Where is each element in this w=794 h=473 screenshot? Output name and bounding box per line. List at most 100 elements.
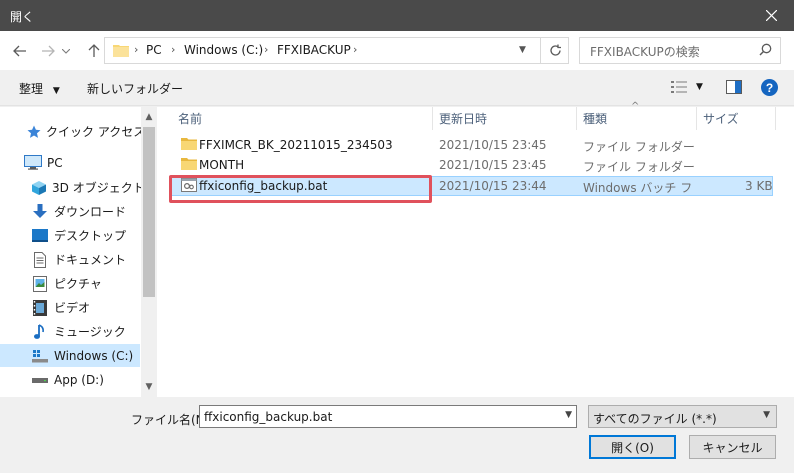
sidebar-item-label: PC [47, 155, 63, 170]
column-divider[interactable] [432, 107, 433, 130]
scrollbar-thumb[interactable] [143, 127, 155, 297]
forward-button[interactable] [38, 41, 58, 61]
sidebar-item-label: ピクチャ [54, 277, 102, 291]
window-title: 開く [10, 10, 35, 24]
help-button[interactable]: ? [761, 79, 778, 99]
sidebar-item-app-d[interactable]: App (D:) [0, 368, 140, 391]
chevron-down-icon [62, 48, 70, 54]
sidebar-item-3d-objects[interactable]: 3D オブジェクト [0, 176, 145, 199]
download-icon [31, 203, 49, 220]
column-header-date[interactable]: 更新日時 [439, 107, 487, 130]
sidebar-item-label: クイック アクセス [46, 125, 146, 139]
view-options-dropdown-icon[interactable]: ▼ [696, 82, 703, 92]
column-header-type[interactable]: 種類 [583, 107, 607, 130]
music-icon [31, 323, 49, 340]
chevron-down-icon: ▼ [52, 86, 60, 96]
sidebar-item-pictures[interactable]: ピクチャ [0, 272, 140, 295]
open-button[interactable]: 開く(O) [589, 435, 676, 459]
breadcrumb-separator-icon: › [353, 43, 358, 56]
filename-input[interactable]: ffxiconfig_backup.bat ▼ [199, 405, 577, 428]
sidebar-item-documents[interactable]: ドキュメント [0, 248, 140, 271]
recent-locations-button[interactable] [60, 41, 72, 61]
breadcrumb-separator-icon: › [171, 43, 176, 56]
chevron-down-icon[interactable]: ▼ [565, 410, 572, 420]
organize-label: 整理 [19, 82, 44, 96]
scroll-up-icon[interactable]: ▲ [141, 109, 157, 125]
column-divider[interactable] [696, 107, 697, 130]
close-icon [765, 10, 777, 21]
help-icon: ? [761, 79, 778, 96]
preview-pane-button[interactable] [726, 80, 742, 97]
column-divider[interactable] [775, 107, 776, 130]
breadcrumb-pc[interactable]: PC [146, 43, 162, 57]
cancel-button[interactable]: キャンセル [689, 435, 776, 459]
close-button[interactable] [748, 0, 794, 31]
refresh-button[interactable] [540, 38, 569, 63]
file-type: ファイル フォルダー [583, 140, 695, 154]
filetype-select[interactable]: すべてのファイル (*.*) ▼ [588, 405, 777, 428]
sidebar-item-label: ミュージック [54, 325, 126, 339]
title-bar: 開く [0, 0, 794, 31]
navigation-pane: クイック アクセス PC 3D オブジェクト ダウンロード デスクトップ ドキュ… [0, 107, 157, 397]
address-bar[interactable]: › PC › Windows (C:) › FFXIBACKUP › ▼ [104, 37, 569, 64]
search-icon [759, 43, 772, 59]
sidebar-item-music[interactable]: ミュージック [0, 320, 140, 343]
view-options-button[interactable] [671, 80, 687, 97]
column-header-size[interactable]: サイズ [703, 107, 739, 130]
search-placeholder: FFXIBACKUPの検索 [590, 45, 700, 59]
sidebar-item-pc[interactable]: PC [0, 151, 140, 174]
sidebar-item-label: Windows (C:) [54, 348, 134, 363]
sidebar-item-label: App (D:) [54, 372, 104, 387]
breadcrumb-separator-icon: › [264, 43, 269, 56]
sidebar-scrollbar[interactable]: ▲ ▼ [141, 107, 157, 397]
filetype-value: すべてのファイル (*.*) [593, 412, 717, 426]
back-button[interactable] [10, 41, 30, 61]
file-size: 3 KB [745, 179, 773, 193]
sidebar-item-label: ドキュメント [54, 253, 127, 267]
folder-icon [113, 43, 129, 60]
sidebar-item-downloads[interactable]: ダウンロード [0, 200, 140, 223]
address-dropdown-icon[interactable]: ▼ [519, 45, 526, 55]
file-name: FFXIMCR_BK_20211015_234503 [199, 138, 393, 152]
picture-icon [31, 275, 49, 292]
preview-pane-icon [726, 80, 742, 94]
file-row-month[interactable]: MONTH 2021/10/15 23:45 ファイル フォルダー [169, 156, 773, 176]
column-divider[interactable] [576, 107, 577, 130]
breadcrumb-windows-c[interactable]: Windows (C:) [184, 43, 263, 57]
sidebar-item-desktop[interactable]: デスクトップ [0, 224, 140, 247]
up-button[interactable] [84, 41, 104, 61]
sidebar-item-quick-access[interactable]: クイック アクセス [0, 120, 145, 143]
highlight-annotation [169, 175, 432, 203]
desktop-icon [31, 228, 49, 244]
chevron-down-icon: ▼ [763, 410, 770, 420]
computer-icon [24, 155, 42, 171]
cube-icon [31, 180, 47, 196]
arrow-right-icon [42, 45, 55, 57]
dialog-footer: ファイル名(N): ffxiconfig_backup.bat ▼ すべてのファ… [0, 397, 794, 473]
command-bar: 整理 ▼ 新しいフォルダー ▼ ? [0, 70, 794, 106]
arrow-left-icon [13, 45, 26, 57]
organize-button[interactable]: 整理 ▼ [19, 80, 60, 97]
column-header-name[interactable]: 名前 [178, 107, 202, 130]
sidebar-item-label: ビデオ [54, 301, 91, 315]
file-row-ffximcr-bk[interactable]: FFXIMCR_BK_20211015_234503 2021/10/15 23… [169, 136, 773, 156]
search-box[interactable]: FFXIBACKUPの検索 [579, 37, 781, 64]
scroll-down-icon[interactable]: ▼ [141, 379, 157, 395]
breadcrumb-separator-icon: › [134, 43, 139, 56]
navigation-bar: › PC › Windows (C:) › FFXIBACKUP › ▼ FFX… [0, 31, 794, 70]
file-type: ファイル フォルダー [583, 160, 695, 174]
sidebar-item-label: デスクトップ [54, 229, 127, 243]
file-name: MONTH [199, 158, 245, 172]
arrow-up-icon [88, 44, 100, 57]
video-icon [31, 299, 49, 316]
new-folder-button[interactable]: 新しいフォルダー [87, 80, 183, 97]
sidebar-item-videos[interactable]: ビデオ [0, 296, 140, 319]
file-date: 2021/10/15 23:45 [439, 158, 547, 172]
file-type: Windows バッチ ファ... [583, 181, 693, 195]
file-date: 2021/10/15 23:44 [439, 179, 547, 193]
document-icon [31, 251, 49, 268]
details-view-icon [671, 81, 687, 93]
breadcrumb-ffxibackup[interactable]: FFXIBACKUP [277, 43, 351, 57]
file-date: 2021/10/15 23:45 [439, 138, 547, 152]
sidebar-item-windows-c[interactable]: Windows (C:) [0, 344, 140, 367]
